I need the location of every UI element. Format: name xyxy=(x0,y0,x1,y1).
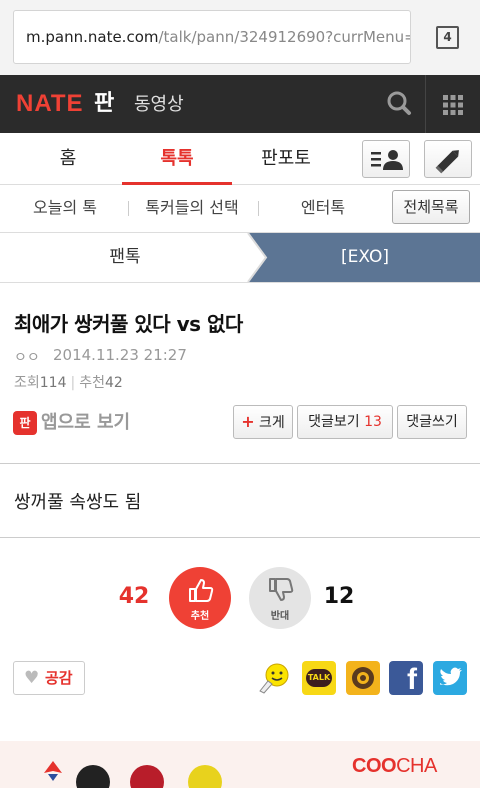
pann-app-icon: 판 xyxy=(13,411,37,435)
sub-nav-talkers-choice[interactable]: 톡커들의 선택 xyxy=(128,185,256,231)
thumbs-down-icon xyxy=(269,578,294,601)
search-icon xyxy=(387,91,411,115)
divider xyxy=(0,537,480,538)
site-header: NATE 판 동영상 xyxy=(0,75,480,133)
kakaostory-icon xyxy=(352,667,374,689)
ad-product-image xyxy=(130,765,164,788)
tab-home[interactable]: 홈 xyxy=(14,133,122,185)
thumbs-up-icon xyxy=(189,579,214,602)
post-author: ㅇㅇ xyxy=(14,350,40,366)
post-stats: 조회114 | 추천42 xyxy=(14,372,123,392)
downvote-count: 12 xyxy=(323,584,355,609)
breadcrumb-fantalk[interactable]: 팬톡 xyxy=(0,233,250,282)
font-size-label: 크게 xyxy=(259,415,285,431)
upvote-button[interactable]: 추천 xyxy=(169,567,231,629)
sub-nav-enter-talk[interactable]: 엔터톡 xyxy=(264,185,382,231)
search-button[interactable] xyxy=(376,75,426,133)
recommend-label: 추천 xyxy=(79,375,105,391)
breadcrumb-exo[interactable]: [EXO] xyxy=(270,233,460,282)
tab-count-button[interactable]: 4 xyxy=(436,26,459,49)
share-cyworld-button[interactable] xyxy=(257,661,291,695)
video-link[interactable]: 동영상 xyxy=(134,93,184,117)
sub-nav-separator xyxy=(258,201,259,216)
all-list-button[interactable]: 전체목록 xyxy=(392,190,470,224)
recommend-count: 42 xyxy=(104,375,123,391)
cyworld-smile-icon xyxy=(259,663,289,694)
share-kakaostory-button[interactable] xyxy=(346,661,380,695)
post-body: 쌍꺼풀 속쌍도 됨 xyxy=(14,492,142,513)
coocha-logo: COOCHA xyxy=(352,755,437,778)
downvote-button[interactable]: 반대 xyxy=(249,567,311,629)
browser-toolbar: m.pann.nate.com/talk/pann/324912690?curr… xyxy=(0,0,480,75)
grid-menu-icon xyxy=(443,95,463,115)
tab-pannphoto[interactable]: 판포토 xyxy=(232,133,340,185)
upvote-label: 추천 xyxy=(190,611,210,622)
post-title: 최애가 쌍커풀 있다 vs 없다 xyxy=(14,312,243,336)
my-profile-button[interactable] xyxy=(362,140,410,178)
plus-icon: + xyxy=(241,412,255,431)
url-path: /talk/pann/324912690?currMenu=ch xyxy=(158,28,411,46)
all-services-button[interactable] xyxy=(426,75,480,133)
ad-product-image xyxy=(188,765,222,788)
write-post-button[interactable] xyxy=(424,140,472,178)
view-comments-label: 댓글보기 xyxy=(308,414,360,430)
post-date: 2014.11.23 21:27 xyxy=(53,346,187,364)
profile-list-icon xyxy=(371,150,403,170)
empathy-label: 공감 xyxy=(45,669,73,687)
open-in-app-label: 앱으로 보기 xyxy=(41,412,131,433)
pencil-icon xyxy=(435,150,459,174)
share-kakaotalk-button[interactable]: TALK xyxy=(302,661,336,695)
divider xyxy=(0,463,480,464)
font-size-button[interactable]: + 크게 xyxy=(233,405,293,439)
rooster-logo-icon xyxy=(44,761,62,781)
breadcrumb: 팬톡 [EXO] xyxy=(0,233,480,283)
views-label: 조회 xyxy=(14,375,40,391)
url-host: m.pann.nate.com xyxy=(26,28,159,46)
stats-separator: | xyxy=(70,375,76,391)
facebook-icon: f xyxy=(407,663,417,696)
pann-logo[interactable]: 판 xyxy=(94,89,114,119)
coocha-logo-bold: COO xyxy=(352,755,397,777)
tab-talktalk[interactable]: 톡톡 xyxy=(122,133,232,185)
twitter-bird-icon xyxy=(440,667,462,686)
ad-product-image xyxy=(76,765,110,788)
view-comments-button[interactable]: 댓글보기 13 xyxy=(297,405,393,439)
nate-logo[interactable]: NATE xyxy=(16,91,84,117)
address-bar[interactable]: m.pann.nate.com/talk/pann/324912690?curr… xyxy=(13,10,411,64)
upvote-count: 42 xyxy=(118,584,150,609)
comments-count: 13 xyxy=(364,414,382,430)
sub-nav-today-talk[interactable]: 오늘의 톡 xyxy=(10,185,120,231)
coocha-logo-thin: CHA xyxy=(396,755,437,777)
empathy-button[interactable]: ♥ 공감 xyxy=(13,661,85,695)
views-count: 114 xyxy=(39,375,67,391)
heart-icon: ♥ xyxy=(24,668,40,688)
write-comment-button[interactable]: 댓글쓰기 xyxy=(397,405,467,439)
share-facebook-button[interactable]: f xyxy=(389,661,423,696)
ad-banner[interactable]: COOCHA xyxy=(0,741,480,788)
share-twitter-button[interactable] xyxy=(433,661,467,695)
downvote-label: 반대 xyxy=(270,611,290,622)
kakaotalk-icon: TALK xyxy=(306,669,332,687)
